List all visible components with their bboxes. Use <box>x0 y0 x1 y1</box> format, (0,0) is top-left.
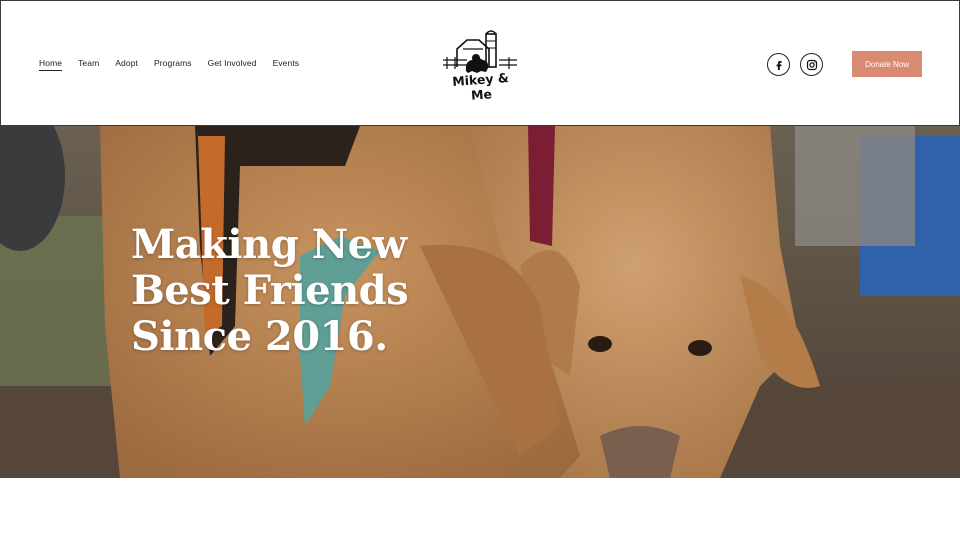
nav-events[interactable]: Events <box>273 58 300 71</box>
nav-programs[interactable]: Programs <box>154 58 192 71</box>
donate-now-button[interactable]: Donate Now <box>852 51 922 77</box>
site-header: Home Team Adopt Programs Get Involved Ev… <box>0 0 960 126</box>
headline-line-1: Making New <box>131 221 407 268</box>
instagram-icon <box>806 59 817 70</box>
hero-banner: Making New Best Friends Since 2016. <box>0 126 960 478</box>
nav-team[interactable]: Team <box>78 58 99 71</box>
hero-headline: Making New Best Friends Since 2016. <box>131 222 451 360</box>
logo-text: Mikey & Me <box>451 70 510 103</box>
headline-line-2: Best Friends <box>131 267 409 314</box>
nav-home[interactable]: Home <box>39 58 63 71</box>
site-logo[interactable]: Mikey & Me <box>439 27 523 103</box>
headline-line-3: Since 2016. <box>131 313 388 360</box>
below-hero-section <box>0 478 960 540</box>
instagram-link[interactable] <box>800 53 823 76</box>
nav-get-involved[interactable]: Get Involved <box>208 58 257 71</box>
main-nav: Home Team Adopt Programs Get Involved Ev… <box>39 58 315 71</box>
nav-adopt[interactable]: Adopt <box>115 58 138 71</box>
facebook-icon <box>776 60 781 70</box>
facebook-link[interactable] <box>767 53 790 76</box>
